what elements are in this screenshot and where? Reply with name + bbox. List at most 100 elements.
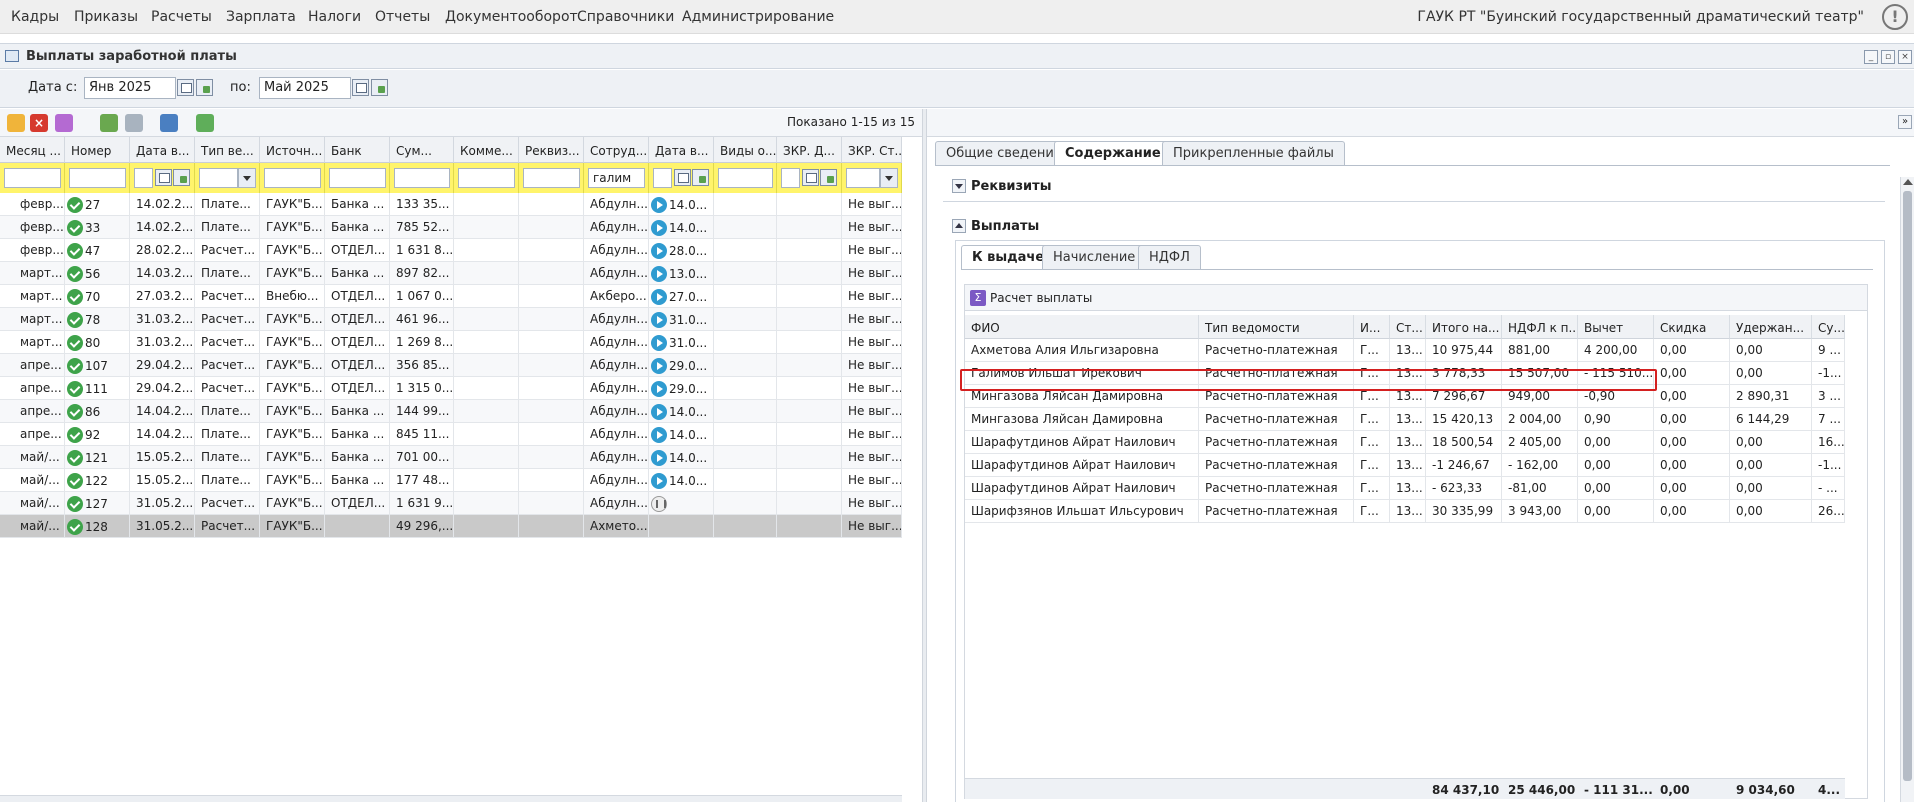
column-header[interactable]: Реквиз... bbox=[519, 137, 584, 163]
payout-column-header[interactable]: Скидка bbox=[1654, 315, 1730, 339]
column-header[interactable]: Сотруд... bbox=[584, 137, 649, 163]
column-header[interactable]: Дата в... bbox=[649, 137, 714, 163]
column-header[interactable]: ЗКР. Д... bbox=[777, 137, 842, 163]
payout-column-header[interactable]: Су... bbox=[1812, 315, 1845, 339]
column-header[interactable]: Источн... bbox=[260, 137, 325, 163]
table-row[interactable]: май/... 121 15.05.2... Плате... ГАУК"Б... Бан… bbox=[0, 446, 902, 469]
menu-kadry[interactable]: Кадры bbox=[11, 9, 59, 25]
table-row[interactable]: апре... 111 29.04.2... Расчет... ГАУК"Б... ОТ… bbox=[0, 377, 902, 400]
filter-dropdown-icon[interactable] bbox=[880, 168, 898, 188]
filter-clear-icon[interactable] bbox=[692, 169, 709, 186]
date-to-input[interactable]: Май 2025 bbox=[259, 77, 351, 99]
menu-nalogi[interactable]: Налоги bbox=[308, 9, 361, 25]
payout-column-header[interactable]: Тип ведомости bbox=[1199, 315, 1354, 339]
payout-column-header[interactable]: Вычет bbox=[1578, 315, 1654, 339]
approve-icon[interactable] bbox=[100, 114, 118, 132]
filter-input[interactable] bbox=[458, 168, 515, 188]
date-from-calendar-icon[interactable] bbox=[177, 79, 194, 96]
payout-column-header[interactable]: И... bbox=[1354, 315, 1390, 339]
play-status-icon[interactable] bbox=[651, 427, 667, 443]
payout-row[interactable]: Шарафутдинов Айрат Наилович Расчетно-плат… bbox=[965, 431, 1845, 454]
refresh-icon[interactable] bbox=[196, 114, 214, 132]
calc-payout-button[interactable]: Расчет выплаты bbox=[990, 291, 1092, 305]
employee-filter-input[interactable]: галим bbox=[588, 168, 645, 188]
table-row[interactable]: март... 70 27.03.2... Расчет... Внебю... ОТДЕ… bbox=[0, 285, 902, 308]
date-from-clear-icon[interactable] bbox=[196, 79, 213, 96]
table-row[interactable]: май/... 122 15.05.2... Плате... ГАУК"Б... Бан… bbox=[0, 469, 902, 492]
payout-column-header[interactable]: Итого на... bbox=[1426, 315, 1502, 339]
payout-row[interactable]: Шарафутдинов Айрат Наилович Расчетно-плат… bbox=[965, 454, 1845, 477]
date-to-clear-icon[interactable] bbox=[371, 79, 388, 96]
status-menu-icon[interactable] bbox=[55, 114, 73, 132]
table-row[interactable]: февр... 33 14.02.2... Плате... ГАУК"Б... Банк… bbox=[0, 216, 902, 239]
column-header[interactable]: Дата в... bbox=[130, 137, 195, 163]
payout-column-header[interactable]: Удержан... bbox=[1730, 315, 1812, 339]
play-status-icon[interactable] bbox=[651, 335, 667, 351]
play-status-icon[interactable] bbox=[651, 197, 667, 213]
filter-input[interactable] bbox=[523, 168, 580, 188]
filter-calendar-icon[interactable] bbox=[155, 169, 172, 186]
filter-calendar-icon[interactable] bbox=[674, 169, 691, 186]
play-status-icon[interactable] bbox=[651, 243, 667, 259]
column-header[interactable]: Номер bbox=[65, 137, 130, 163]
filter-input[interactable] bbox=[781, 168, 800, 188]
date-to-calendar-icon[interactable] bbox=[352, 79, 369, 96]
minimize-icon[interactable]: _ bbox=[1864, 50, 1878, 64]
column-header[interactable]: Виды о... bbox=[714, 137, 777, 163]
play-status-icon[interactable] bbox=[651, 381, 667, 397]
payout-row[interactable]: Шарифзянов Ильшат Ильсурович Расчетно-пла… bbox=[965, 500, 1845, 523]
date-from-input[interactable]: Янв 2025 bbox=[84, 77, 176, 99]
scroll-thumb[interactable] bbox=[1903, 191, 1912, 781]
menu-dokumentooborot[interactable]: Документооборот bbox=[445, 9, 578, 25]
filter-input[interactable] bbox=[653, 168, 672, 188]
filter-input[interactable] bbox=[329, 168, 386, 188]
column-header[interactable]: ЗКР. Ст... bbox=[842, 137, 902, 163]
subtab-accrual[interactable]: Начисление bbox=[1042, 245, 1147, 269]
details-scrollbar[interactable] bbox=[1900, 177, 1914, 802]
close-icon[interactable]: × bbox=[1898, 50, 1912, 64]
payout-row[interactable]: Мингазова Ляйсан Дамировна Расчетно-плате… bbox=[965, 408, 1845, 431]
table-row[interactable]: март... 80 31.03.2... Расчет... ГАУК"Б... ОТД… bbox=[0, 331, 902, 354]
payout-row[interactable]: Шарафутдинов Айрат Наилович Расчетно-плат… bbox=[965, 477, 1845, 500]
requisites-toggle-icon[interactable] bbox=[952, 179, 966, 193]
filter-calendar-icon[interactable] bbox=[802, 169, 819, 186]
expand-icon[interactable]: » bbox=[1898, 115, 1912, 129]
tab-general[interactable]: Общие сведения bbox=[935, 141, 1073, 165]
menu-zarplata[interactable]: Зарплата bbox=[226, 9, 296, 25]
column-header[interactable]: Тип ве... bbox=[195, 137, 260, 163]
filter-input[interactable] bbox=[394, 168, 450, 188]
filter-dropdown-icon[interactable] bbox=[238, 168, 256, 188]
column-header[interactable]: Комме... bbox=[454, 137, 519, 163]
play-status-icon[interactable] bbox=[651, 450, 667, 466]
payments-toggle-icon[interactable] bbox=[952, 219, 966, 233]
table-row[interactable]: май/... 128 31.05.2... Расчет... ГАУК"Б... 49… bbox=[0, 515, 902, 538]
print-menu-icon[interactable] bbox=[160, 114, 178, 132]
table-row[interactable]: март... 56 14.03.2... Плате... ГАУК"Б... Банк… bbox=[0, 262, 902, 285]
filter-input[interactable] bbox=[69, 168, 126, 188]
table-row[interactable]: апре... 92 14.04.2... Плате... ГАУК"Б... Банк… bbox=[0, 423, 902, 446]
filter-input[interactable] bbox=[199, 168, 238, 188]
play-status-icon[interactable] bbox=[651, 358, 667, 374]
play-status-icon[interactable] bbox=[651, 289, 667, 305]
filter-input[interactable] bbox=[846, 168, 880, 188]
menu-prikazy[interactable]: Приказы bbox=[74, 9, 138, 25]
column-header[interactable]: Месяц ... bbox=[0, 137, 65, 163]
menu-administrirovanie[interactable]: Администрирование bbox=[682, 9, 834, 25]
table-row[interactable]: февр... 27 14.02.2... Плате... ГАУК"Б... Банк… bbox=[0, 193, 902, 216]
menu-raschety[interactable]: Расчеты bbox=[151, 9, 212, 25]
play-status-icon[interactable] bbox=[651, 312, 667, 328]
restore-icon[interactable]: ▫ bbox=[1881, 50, 1895, 64]
filter-input[interactable] bbox=[134, 168, 153, 188]
tab-attached-files[interactable]: Прикрепленные файлы bbox=[1162, 141, 1345, 165]
filter-input[interactable] bbox=[264, 168, 321, 188]
table-row[interactable]: февр... 47 28.02.2... Расчет... ГАУК"Б... ОТД… bbox=[0, 239, 902, 262]
filter-clear-icon[interactable] bbox=[820, 169, 837, 186]
play-status-icon[interactable] bbox=[651, 266, 667, 282]
table-row[interactable]: май/... 127 31.05.2... Расчет... ГАУК"Б... ОТ… bbox=[0, 492, 902, 515]
payout-row[interactable]: Ахметова Алия Ильгизаровна Расчетно-плате… bbox=[965, 339, 1845, 362]
column-header[interactable]: Банк bbox=[325, 137, 390, 163]
unapprove-icon[interactable] bbox=[125, 114, 143, 132]
play-status-icon[interactable] bbox=[651, 404, 667, 420]
help-icon[interactable]: ! bbox=[1882, 4, 1908, 30]
subtab-ndfl[interactable]: НДФЛ bbox=[1138, 245, 1201, 269]
